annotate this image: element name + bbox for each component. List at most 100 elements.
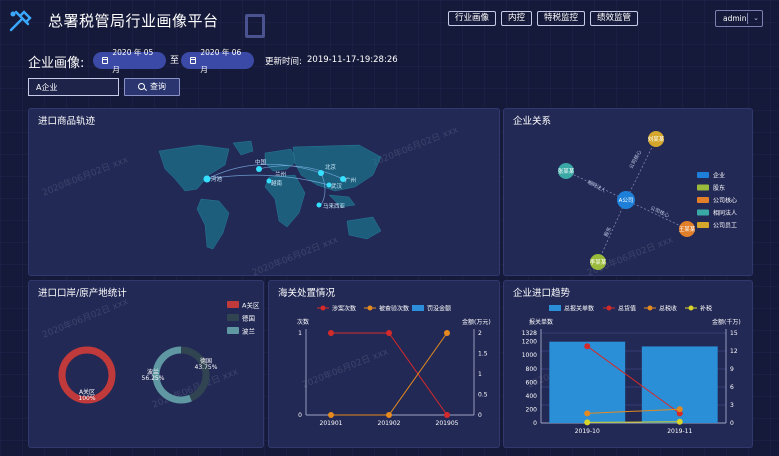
y-tick-label: 1328 [522, 330, 537, 337]
map-point [256, 166, 262, 172]
data-point[interactable] [328, 330, 334, 336]
query-button[interactable]: 查询 [124, 78, 180, 96]
y2-tick-label: 2 [478, 330, 482, 337]
data-point[interactable] [386, 412, 392, 418]
y-axis-title: 报关单数 [529, 318, 553, 326]
customs-handling-panel: 海关处置情况 2020年06月02日 xxx 涉案次数 被查验次数 罚没金额 次数 金额… [268, 280, 500, 448]
node-label: 刘某某 [648, 135, 665, 143]
start-date-picker[interactable]: 2020 年 05 月 [93, 48, 166, 74]
series-line [331, 332, 448, 416]
update-time-value: 2019-11-17-19:28:26 [307, 55, 398, 65]
import-trend-chart: 总报关单数 总货值 总税收 补税报关单数 金额(千万) 0 200 400 600 800 1000… [522, 305, 741, 436]
node-label: 李某某 [590, 258, 607, 266]
y2-tick-label: 12 [730, 348, 738, 355]
city-label: 越南 [271, 179, 283, 187]
series-line [587, 421, 680, 423]
x-tick-label: 2019-10 [575, 428, 600, 435]
x-tick-label: 201905 [436, 420, 459, 427]
y-tick-label: 800 [526, 366, 538, 373]
world-map: 河池 马来西亚 中国 北京 武汉 兰州 广州 越南 [158, 140, 382, 250]
y2-tick-label: 1.5 [478, 351, 488, 358]
legend-marker [320, 305, 326, 311]
end-date-picker[interactable]: 2020 年 06 月 [181, 48, 254, 74]
data-point[interactable] [584, 343, 591, 350]
map-point [316, 202, 322, 208]
y2-tick-label: 0 [730, 420, 734, 427]
app-logo-icon [9, 10, 32, 32]
data-point[interactable] [386, 330, 392, 336]
legend-marker [606, 305, 612, 311]
legend-label: 股东 [713, 184, 725, 192]
end-date-value: 2020 年 06 月 [200, 47, 242, 74]
legend-label: 补税 [700, 305, 712, 313]
y-axis-title: 次数 [297, 318, 309, 326]
company-search-input[interactable] [28, 78, 119, 96]
legend-label: 被查验次数 [379, 305, 409, 313]
y2-axis-title: 金额(万元) [462, 318, 491, 326]
legend-swatch [549, 305, 561, 311]
data-point[interactable] [444, 412, 450, 418]
data-point[interactable] [676, 418, 683, 425]
donut-chart: A关区德国波兰A关区100%德国43.75%波兰56.25% [58, 301, 260, 404]
ports-origin-panel: 进口口岸/原产地统计 2020年06月02日 xxx 2020年06月02日 x… [28, 280, 264, 448]
y-tick-label: 600 [526, 379, 538, 386]
legend-label: 公司核心 [713, 197, 737, 205]
import-trajectory-panel: 进口商品轨迹 2020年06月02日 xxx 2020年06月02日 xxx 2… [28, 108, 500, 279]
legend-marker [688, 305, 694, 311]
legend-label: 总报关单数 [564, 305, 594, 313]
nav-performance-supervision[interactable]: 绩效监管 [590, 11, 639, 26]
node-label: 王某某 [679, 226, 696, 233]
legend-swatch [697, 172, 709, 178]
chevron-down-icon: ⌄ [753, 14, 759, 22]
y2-axis-title: 金额(千万) [712, 318, 741, 326]
nav-industry-portrait[interactable]: 行业画像 [448, 11, 497, 26]
data-point[interactable] [584, 419, 591, 426]
series-line [331, 332, 448, 416]
slice-value-label: 100% [78, 395, 95, 402]
query-button-label: 查询 [150, 82, 166, 91]
edge-label: 相同法人 [586, 179, 607, 195]
legend-label: 公司员工 [713, 223, 737, 230]
legend-label: 德国 [242, 314, 255, 323]
city-label: 马来西亚 [323, 202, 346, 210]
legend-swatch [697, 184, 709, 191]
city-label: 兰州 [275, 170, 286, 178]
city-label: 河池 [211, 175, 223, 183]
y2-tick-label: 15 [730, 330, 738, 337]
x-tick-label: 2019-11 [667, 428, 692, 435]
data-point[interactable] [328, 412, 334, 418]
user-menu[interactable]: admin ⌄ [715, 10, 763, 27]
company-relation-panel: 企业关系 2020年06月02日 xxx 相同法人 公司核心 公司核心 股东 A… [503, 108, 753, 279]
legend-label: 企业 [713, 172, 725, 180]
city-label: 武汉 [331, 182, 343, 190]
data-point[interactable] [676, 406, 683, 413]
node-label: A公司 [619, 197, 634, 204]
calendar-icon [190, 57, 197, 64]
y2-tick-label: 0 [478, 412, 482, 419]
legend-swatch [697, 197, 709, 203]
legend-label: 涉案次数 [332, 305, 356, 313]
legend-label: 波兰 [242, 327, 256, 336]
map-point [318, 170, 324, 176]
y2-tick-label: 0.5 [478, 392, 488, 399]
y-tick-label: 0 [298, 412, 302, 419]
y2-tick-label: 6 [730, 384, 734, 391]
map-point [203, 175, 211, 183]
legend-label: 总税收 [659, 305, 677, 313]
nav-internal-control[interactable]: 内控 [501, 11, 533, 26]
y2-tick-label: 1 [478, 371, 482, 378]
nav-special-tax-monitor[interactable]: 特税监控 [537, 11, 586, 26]
user-name: admin [723, 14, 747, 23]
legend-label: 总货值 [618, 305, 636, 313]
y-tick-label: 1 [298, 330, 302, 337]
relation-graph: 相同法人 公司核心 公司核心 股东 A公司 张某某 刘某某 王某某 李某某 企业… [558, 131, 737, 270]
slice-value-label: 43.75% [195, 364, 218, 371]
edge-label: 公司核心 [628, 149, 644, 170]
header-decoration [245, 14, 265, 38]
calendar-icon [102, 57, 109, 64]
legend-swatch [412, 305, 424, 311]
data-point[interactable] [444, 330, 450, 336]
data-point[interactable] [584, 410, 591, 417]
portrait-label: 企业画像: [28, 56, 85, 71]
legend-label: A关区 [242, 301, 260, 310]
